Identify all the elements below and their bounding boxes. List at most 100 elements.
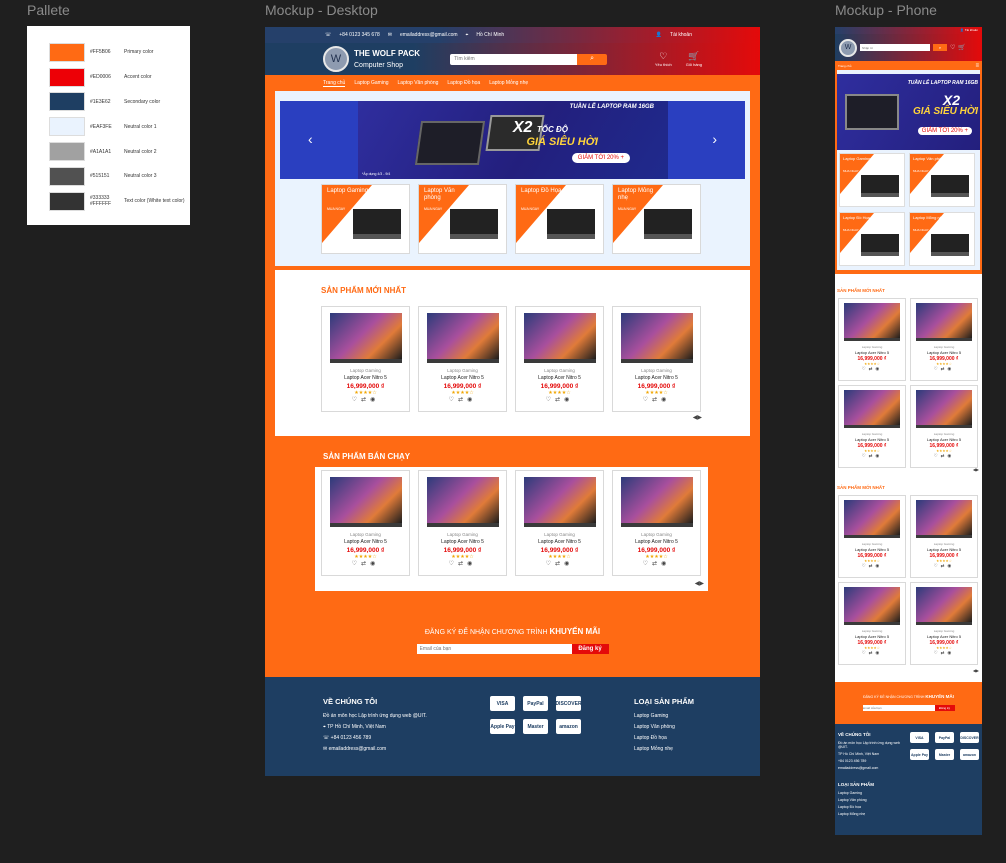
email-field[interactable]	[416, 644, 572, 654]
hamburger-icon[interactable]: ≡	[975, 63, 979, 69]
product-card[interactable]: Laptop Gaming Laptop Acer Nitro 5 16,999,0…	[838, 582, 906, 665]
product-card[interactable]: Laptop Gaming Laptop Acer Nitro 5 16,999,0…	[838, 495, 906, 578]
product-card[interactable]: Laptop Gaming Laptop Acer Nitro 5 16,999,0…	[321, 470, 410, 576]
product-action-icons[interactable]: ♡⇄◉	[911, 563, 977, 569]
product-name[interactable]: Laptop Acer Nitro 5	[911, 350, 977, 355]
product-name[interactable]: Laptop Acer Nitro 5	[911, 437, 977, 442]
pager-icons[interactable]: ◀▶	[693, 414, 702, 421]
footer-cat-link[interactable]: Laptop Mỏng nhẹ	[634, 746, 694, 752]
product-card[interactable]: Laptop Gaming Laptop Acer Nitro 5 16,999,0…	[321, 306, 410, 412]
footer-phone[interactable]: +84 0123 456 789	[838, 759, 903, 763]
nav-home[interactable]: Trang chủ	[838, 64, 851, 68]
product-action-icons[interactable]: ♡⇄◉	[911, 366, 977, 372]
product-name[interactable]: Laptop Acer Nitro 5	[419, 539, 506, 545]
product-name[interactable]: Laptop Acer Nitro 5	[839, 437, 905, 442]
phone-promo-banner[interactable]: TUẦN LỄ LAPTOP RAM 16GB X2 GIÁ SIÊU HỜI …	[837, 74, 980, 150]
product-action-icons[interactable]: ♡⇄◉	[322, 396, 409, 403]
cart-button[interactable]: 🛒 Giỏ hàng	[686, 51, 702, 67]
footer-phone[interactable]: ☏ +84 0123 456 789	[323, 735, 427, 741]
cart-icon[interactable]: 🛒	[958, 44, 965, 51]
footer-cat-link[interactable]: Laptop Văn phòng	[838, 798, 874, 802]
product-action-icons[interactable]: ♡⇄◉	[516, 560, 603, 567]
product-card[interactable]: Laptop Gaming Laptop Acer Nitro 5 16,999,0…	[910, 582, 978, 665]
banner-prev-icon[interactable]: ‹	[308, 131, 313, 147]
footer-cat-link[interactable]: Laptop Văn phòng	[634, 724, 694, 730]
category-card[interactable]: Laptop Gaming MUA NGAY	[839, 153, 905, 207]
product-action-icons[interactable]: ♡⇄◉	[911, 453, 977, 459]
product-action-icons[interactable]: ♡⇄◉	[839, 650, 905, 656]
product-name[interactable]: Laptop Acer Nitro 5	[516, 539, 603, 545]
nav-office[interactable]: Laptop Văn phòng	[398, 80, 439, 86]
pager-icons[interactable]: ◀▶	[973, 668, 979, 673]
wolf-logo-icon[interactable]: W	[839, 38, 857, 57]
phone-account-link[interactable]: Tài khoản	[965, 28, 978, 32]
product-name[interactable]: Laptop Acer Nitro 5	[322, 375, 409, 381]
product-name[interactable]: Laptop Acer Nitro 5	[911, 634, 977, 639]
product-card[interactable]: Laptop Gaming Laptop Acer Nitro 5 16,999,0…	[515, 470, 604, 576]
email-field[interactable]	[862, 705, 935, 711]
footer-cat-link[interactable]: Laptop Đồ họa	[634, 735, 694, 741]
category-card[interactable]: Laptop Đồ Họa MUA NGAY	[839, 212, 905, 266]
product-name[interactable]: Laptop Acer Nitro 5	[839, 634, 905, 639]
pager-icons[interactable]: ◀▶	[695, 580, 704, 587]
footer-email[interactable]: ✉ emailaddress@gmail.com	[323, 746, 427, 752]
product-name[interactable]: Laptop Acer Nitro 5	[419, 375, 506, 381]
footer-cat-link[interactable]: Laptop Gaming	[634, 713, 694, 719]
category-card[interactable]: Laptop Đồ Họa MUA NGAY	[515, 184, 604, 254]
product-card[interactable]: Laptop Gaming Laptop Acer Nitro 5 16,999,0…	[612, 306, 701, 412]
subscribe-button[interactable]: Đăng ký	[571, 644, 609, 654]
wishlist-button[interactable]: ♡ Yêu thích	[655, 51, 672, 67]
product-action-icons[interactable]: ♡⇄◉	[613, 560, 700, 567]
product-action-icons[interactable]: ♡⇄◉	[839, 366, 905, 372]
heart-icon[interactable]: ♡	[950, 44, 955, 51]
footer-cat-link[interactable]: Laptop Gaming	[838, 791, 874, 795]
product-action-icons[interactable]: ♡⇄◉	[839, 453, 905, 459]
product-card[interactable]: Laptop Gaming Laptop Acer Nitro 5 16,999,0…	[515, 306, 604, 412]
product-name[interactable]: Laptop Acer Nitro 5	[613, 375, 700, 381]
nav-gaming[interactable]: Laptop Gaming	[354, 80, 388, 86]
footer-cat-link[interactable]: Laptop Đồ họa	[838, 805, 874, 809]
nav-thin[interactable]: Laptop Mỏng nhẹ	[489, 80, 528, 86]
category-card[interactable]: Laptop Mỏng nhẹ MUA NGAY	[909, 212, 975, 266]
product-action-icons[interactable]: ♡⇄◉	[419, 560, 506, 567]
footer-email[interactable]: emailaddress@gmail.com	[838, 766, 903, 770]
promo-banner[interactable]: TUẦN LỄ LAPTOP RAM 16GB X2 TỐC ĐỘ GIÁ SI…	[280, 101, 745, 179]
product-name[interactable]: Laptop Acer Nitro 5	[516, 375, 603, 381]
top-email[interactable]: emailaddress@gmail.com	[400, 32, 458, 38]
wolf-logo-icon[interactable]: W	[323, 46, 349, 72]
product-name[interactable]: Laptop Acer Nitro 5	[322, 539, 409, 545]
product-action-icons[interactable]: ♡⇄◉	[419, 396, 506, 403]
product-action-icons[interactable]: ♡⇄◉	[911, 650, 977, 656]
product-card[interactable]: Laptop Gaming Laptop Acer Nitro 5 16,999,0…	[838, 298, 906, 381]
product-card[interactable]: Laptop Gaming Laptop Acer Nitro 5 16,999,0…	[910, 495, 978, 578]
product-action-icons[interactable]: ♡⇄◉	[322, 560, 409, 567]
product-card[interactable]: Laptop Gaming Laptop Acer Nitro 5 16,999,0…	[418, 470, 507, 576]
phone-search-button[interactable]: ⌕	[933, 44, 947, 51]
product-name[interactable]: Laptop Acer Nitro 5	[839, 547, 905, 552]
phone-search-input[interactable]	[860, 44, 930, 51]
product-action-icons[interactable]: ♡⇄◉	[516, 396, 603, 403]
subscribe-button[interactable]: Đăng ký	[934, 705, 955, 711]
product-action-icons[interactable]: ♡⇄◉	[839, 563, 905, 569]
category-card[interactable]: Laptop Mỏng nhẹ MUA NGAY	[612, 184, 701, 254]
search-input[interactable]	[450, 53, 578, 65]
nav-home[interactable]: Trang chủ	[323, 80, 346, 87]
category-card[interactable]: Laptop Văn phòng MUA NGAY	[909, 153, 975, 207]
top-phone[interactable]: +84 0123 345 678	[339, 32, 379, 38]
pager-icons[interactable]: ◀▶	[973, 467, 979, 472]
category-card[interactable]: Laptop Văn phòng MUA NGAY	[418, 184, 507, 254]
footer-cat-link[interactable]: Laptop Mỏng nhẹ	[838, 812, 874, 816]
product-name[interactable]: Laptop Acer Nitro 5	[911, 547, 977, 552]
product-name[interactable]: Laptop Acer Nitro 5	[613, 539, 700, 545]
product-card[interactable]: Laptop Gaming Laptop Acer Nitro 5 16,999,0…	[612, 470, 701, 576]
search-button[interactable]: ⌕	[577, 53, 608, 65]
product-card[interactable]: Laptop Gaming Laptop Acer Nitro 5 16,999,0…	[910, 385, 978, 468]
product-name[interactable]: Laptop Acer Nitro 5	[839, 350, 905, 355]
banner-next-icon[interactable]: ›	[712, 131, 717, 147]
product-card[interactable]: Laptop Gaming Laptop Acer Nitro 5 16,999,0…	[838, 385, 906, 468]
category-card[interactable]: Laptop Gaming MUA NGAY	[321, 184, 410, 254]
product-action-icons[interactable]: ♡⇄◉	[613, 396, 700, 403]
brand[interactable]: THE WOLF PACK Computer Shop	[354, 49, 420, 70]
nav-graphics[interactable]: Laptop Đồ họa	[447, 80, 480, 86]
account-link[interactable]: Tài khoản	[670, 32, 692, 38]
